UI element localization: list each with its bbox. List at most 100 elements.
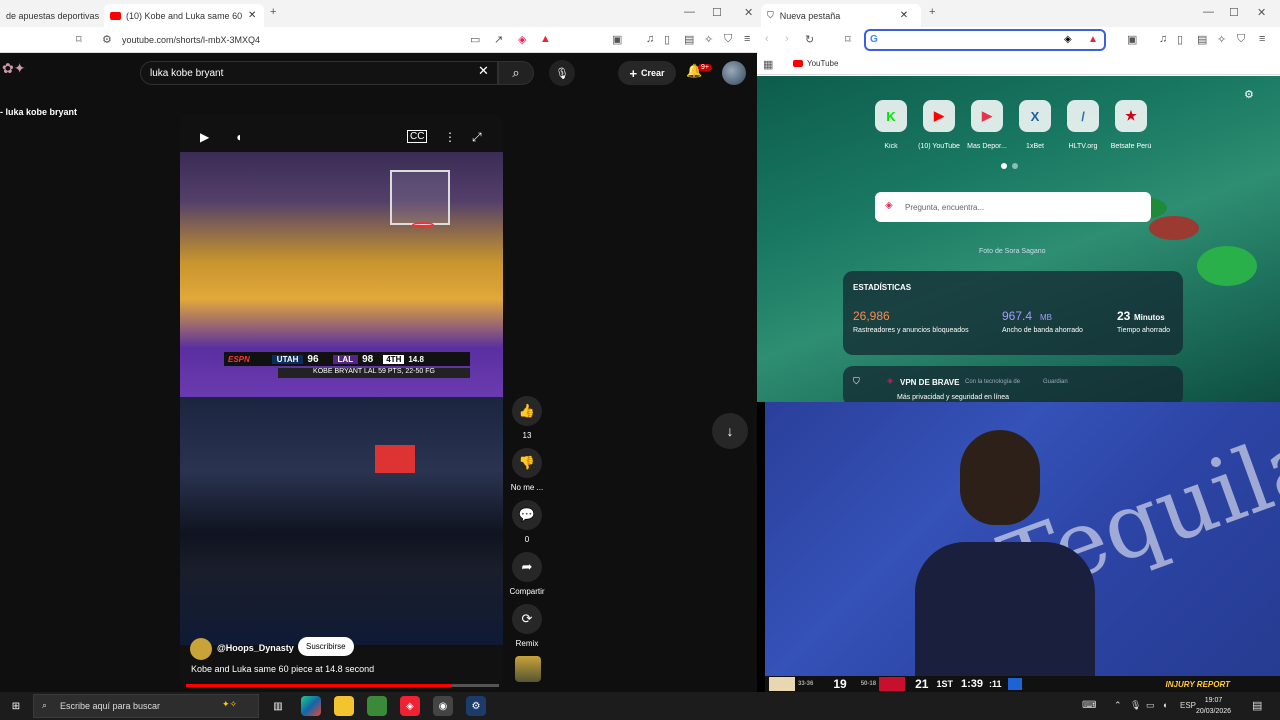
maximize-icon[interactable]: ☐ (712, 6, 722, 19)
screenshot-icon[interactable]: ▣ (1127, 33, 1137, 46)
voice-search-button[interactable]: 🎙 (549, 60, 575, 86)
brave-rewards-icon[interactable]: ▲ (1088, 34, 1098, 45)
brave-shield-icon[interactable]: ◈ (1064, 34, 1072, 45)
remix-button[interactable]: ⟳ (512, 604, 542, 634)
taskbar-clock[interactable]: 19:07 20/03/2026 (1196, 695, 1231, 717)
tab-youtube-short[interactable]: (10) Kobe and Luka same 60 pie... ✕ (104, 4, 264, 27)
maximize-icon[interactable]: ☐ (1229, 6, 1239, 19)
clear-search-icon[interactable]: ✕ (478, 63, 489, 79)
music-icon[interactable]: ♫ (646, 33, 654, 45)
edge-icon[interactable] (301, 696, 321, 716)
volume-icon[interactable]: ◖ (1162, 700, 1167, 710)
volume-icon[interactable]: ◖ (235, 130, 242, 144)
cast-icon[interactable]: ▭ (470, 33, 480, 46)
comments-button[interactable]: 💬 (512, 500, 542, 530)
sound-thumbnail[interactable] (515, 656, 541, 682)
top-site-label[interactable]: Betsafe Perú (1101, 143, 1161, 150)
settings-gear-icon[interactable]: ⚙ (1244, 88, 1254, 101)
channel-name[interactable]: @Hoops_Dynasty (217, 643, 294, 653)
top-site-tile[interactable]: / (1067, 100, 1099, 132)
steam-icon[interactable]: ⚙ (466, 696, 486, 716)
bookmark-icon[interactable]: ⌑ (845, 33, 851, 46)
menu-icon[interactable]: ≡ (744, 33, 750, 45)
channel-avatar[interactable] (190, 638, 212, 660)
minimize-icon[interactable]: — (1203, 6, 1214, 18)
page-dot[interactable] (1012, 163, 1018, 169)
network-icon[interactable]: ▭ (1146, 700, 1155, 711)
tray-chevron-icon[interactable]: ⌃ (1114, 700, 1122, 711)
tab-new-tab[interactable]: ⛉ Nueva pestaña ✕ (761, 4, 921, 27)
language-indicator[interactable]: ESP (1180, 701, 1196, 710)
obs-icon[interactable]: ◉ (433, 696, 453, 716)
music-icon[interactable]: ♫ (1159, 33, 1167, 45)
short-video-player[interactable]: ESPN UTAH 96 LAL 98 4TH 14.8 KOBE BRYANT… (180, 114, 503, 690)
brave-shield-icon[interactable]: ◈ (518, 33, 526, 46)
leo-icon[interactable]: ✧ (704, 33, 713, 46)
tab-apuestas[interactable]: de apuestas deportivas (0, 4, 104, 27)
brave-rewards-icon[interactable]: ▲ (540, 33, 551, 45)
close-window-icon[interactable]: ✕ (744, 6, 753, 19)
back-icon[interactable]: ‹ (765, 33, 769, 45)
youtube-doodle-logo[interactable]: ✿✦ (2, 60, 42, 82)
notification-center-icon[interactable]: ▤ (1252, 699, 1262, 712)
search-input[interactable]: luka kobe bryant (140, 61, 498, 85)
store-icon[interactable] (367, 696, 387, 716)
top-site-tile[interactable]: ★ (1115, 100, 1147, 132)
sidebar-history-item[interactable]: - luka kobe bryant (0, 107, 77, 117)
photo-credit[interactable]: Foto de Sora Sagano (979, 248, 1046, 255)
forward-icon[interactable]: › (785, 33, 789, 45)
new-tab-icon[interactable]: + (270, 6, 276, 18)
vpn-icon[interactable]: ⛉ (724, 33, 732, 46)
task-view-icon[interactable]: ▥ (268, 696, 288, 716)
screenshot-icon[interactable]: ▣ (612, 33, 622, 46)
brave-taskbar-icon[interactable]: ◈ (400, 696, 420, 716)
windows-start-icon[interactable]: ⊞ (6, 696, 26, 716)
share-button[interactable]: ➦ (512, 552, 542, 582)
menu-icon[interactable]: ≡ (1259, 33, 1265, 45)
close-window-icon[interactable]: ✕ (1257, 6, 1266, 19)
ask-input[interactable]: ◈ Pregunta, encuentra... (875, 192, 1151, 222)
stream-video[interactable]: Tequila (765, 402, 1280, 692)
subscribe-button[interactable]: Suscribirse (298, 637, 354, 656)
leo-icon[interactable]: ✧ (1217, 33, 1226, 46)
dislike-button[interactable]: 👎 (512, 448, 542, 478)
top-site-tile[interactable]: ▶ (923, 100, 955, 132)
time-unit: Minutos (1134, 313, 1165, 322)
wallet-icon[interactable]: ▤ (1197, 33, 1207, 46)
keyboard-icon[interactable]: ⌨ (1082, 700, 1096, 711)
play-icon[interactable]: ▶ (200, 130, 209, 144)
top-site-tile[interactable]: K (875, 100, 907, 132)
more-options-icon[interactable]: ⋮ (444, 130, 456, 144)
fullscreen-icon[interactable]: ⤢ (472, 130, 482, 145)
url-text[interactable]: youtube.com/shorts/l-mbX-3MXQ4 (122, 35, 260, 45)
file-explorer-icon[interactable] (334, 696, 354, 716)
page-dot-active[interactable] (1001, 163, 1007, 169)
bookmark-youtube[interactable]: YouTube (793, 59, 838, 68)
sidebar-icon[interactable]: ▯ (1177, 33, 1183, 46)
new-tab-icon[interactable]: + (929, 6, 935, 18)
apps-grid-icon[interactable]: ▦ (763, 58, 773, 71)
bookmark-icon[interactable]: ⌑ (76, 33, 82, 46)
share-icon[interactable]: ↗ (494, 33, 503, 46)
search-button[interactable]: ⌕ (498, 61, 534, 85)
next-video-button[interactable]: ↓ (712, 413, 748, 449)
avatar[interactable] (722, 61, 746, 85)
video-progress-bar[interactable] (186, 684, 499, 687)
wallet-icon[interactable]: ▤ (684, 33, 694, 46)
reload-icon[interactable]: ↻ (805, 33, 814, 46)
sidebar-icon[interactable]: ▯ (664, 33, 670, 46)
like-button[interactable]: 👍 (512, 396, 542, 426)
mic-tray-icon[interactable]: 🎙 (1130, 700, 1141, 711)
captions-icon[interactable]: CC (407, 130, 428, 143)
create-button[interactable]: + Crear (618, 61, 676, 85)
minimize-icon[interactable]: — (684, 6, 695, 18)
trackers-label: Rastreadores y anuncios bloqueados (853, 327, 969, 334)
close-tab-icon[interactable]: ✕ (248, 10, 256, 21)
vpn-icon[interactable]: ⛉ (1237, 33, 1245, 46)
taskbar-search[interactable]: ⌕ Escribe aquí para buscar ✦✧ (33, 694, 259, 718)
site-info-icon[interactable]: ⚙ (102, 33, 112, 46)
top-site-tile[interactable]: X (1019, 100, 1051, 132)
top-site-tile[interactable]: ▶ (971, 100, 1003, 132)
close-tab-icon[interactable]: ✕ (900, 10, 908, 21)
url-input[interactable]: G ◈ ▲ (864, 29, 1106, 51)
